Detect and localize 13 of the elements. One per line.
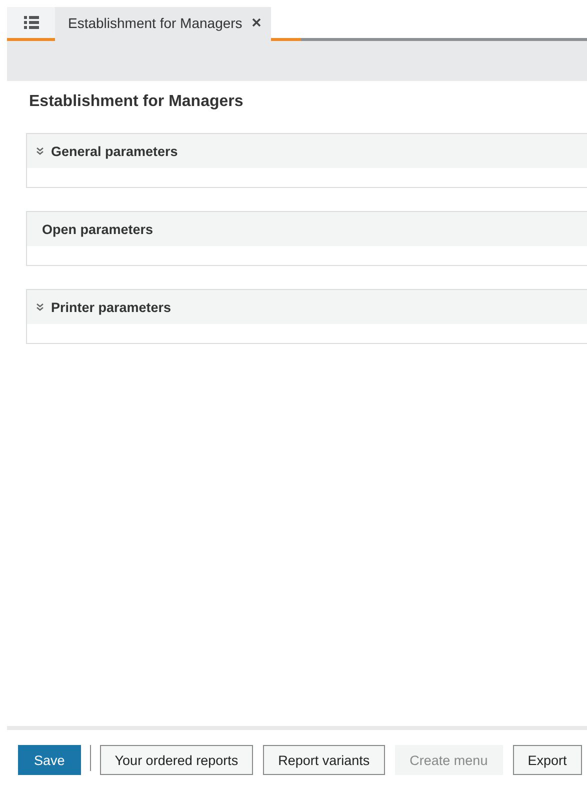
- menu-tab[interactable]: [7, 7, 55, 41]
- page-title: Establishment for Managers: [29, 92, 244, 112]
- list-icon: [24, 16, 38, 29]
- double-chevron-icon[interactable]: [36, 303, 44, 311]
- document-tab[interactable]: Establishment for Managers: [55, 7, 272, 41]
- section-title: General parameters: [51, 144, 178, 158]
- toolbar-button[interactable]: Your ordered reports: [100, 745, 254, 775]
- section-title: Printer parameters: [51, 300, 172, 314]
- toolbar-button[interactable]: Report variants: [263, 745, 385, 775]
- toolbar-button[interactable]: Export: [512, 745, 582, 775]
- double-chevron-icon[interactable]: [36, 147, 44, 155]
- section-title: Open parameters: [42, 222, 154, 236]
- save-button[interactable]: Save: [18, 745, 81, 775]
